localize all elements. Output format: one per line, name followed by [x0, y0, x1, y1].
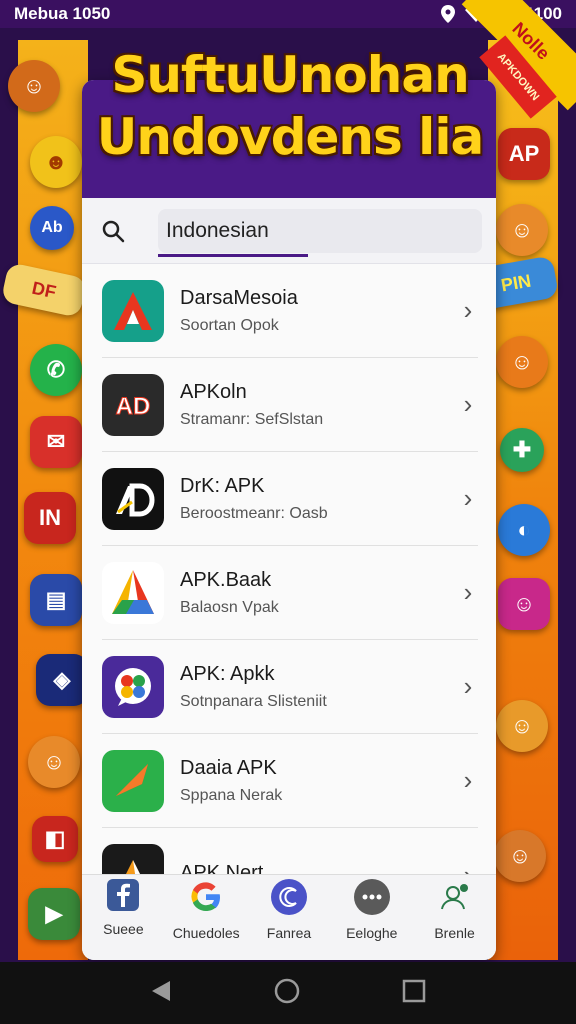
app-subtitle: Sppana Nerak	[180, 786, 283, 804]
nav-label: Eeloghe	[346, 925, 398, 941]
play-store-icon: ▶	[28, 888, 80, 940]
facebook-icon	[107, 879, 140, 911]
crescent-icon	[270, 879, 307, 915]
green-arrow-icon	[102, 749, 164, 812]
app-name: DrK: APK	[180, 474, 265, 497]
app-list-card: Indonesian DarsaMesoia Soortan Opok › AD…	[82, 80, 496, 960]
profile-add-icon	[437, 879, 473, 915]
deco-app-blue-round-icon: ◐	[498, 504, 550, 556]
list-item[interactable]: DarsaMesoia Soortan Opok ›	[102, 264, 478, 358]
nav-label: Brenle	[434, 925, 475, 941]
ad-monogram-icon	[102, 467, 164, 530]
left-decorative-banner: ☺ ☻ Ab DF ✆ ✉ IN ▤ ◈ ☺ ◧ ▶	[0, 40, 88, 960]
bottom-navigation: Sueee Chuedoles Fanrea Eeloghe Brenle	[82, 874, 496, 960]
mascot-icon-6: ☺	[494, 830, 546, 882]
face-app-icon: ☺	[498, 578, 550, 630]
chevron-right-icon: ›	[463, 295, 473, 325]
search-underline	[158, 254, 308, 257]
promo-headline: SuftuUnohan Undovdens lia	[70, 44, 510, 168]
nav-label: Sueee	[103, 921, 144, 937]
nav-item-chat[interactable]: Eeloghe	[333, 879, 411, 941]
red-a-logo-icon	[102, 279, 164, 342]
triangle-logo-icon	[102, 561, 164, 624]
svg-text:AD: AD	[116, 393, 151, 420]
chevron-right-icon: ›	[463, 577, 473, 607]
app-name: APKoln	[180, 380, 247, 403]
nav-item-crescent[interactable]: Fanrea	[250, 879, 328, 941]
right-decorative-banner: AP ☺ PIN ☺ ✚ ◐ ☺ ☺ ☺	[472, 40, 560, 960]
headline-line-2: Undovdens lia	[96, 108, 484, 166]
nav-item-facebook[interactable]: Sueee	[84, 879, 162, 937]
mascot-icon-2: ☺	[28, 736, 80, 788]
app-list: DarsaMesoia Soortan Opok › AD APKoln Str…	[82, 264, 496, 922]
mascot-icon-3: ☺	[496, 204, 548, 256]
nav-label: Fanrea	[266, 925, 312, 941]
mascot-icon-5: ☺	[496, 700, 548, 752]
list-item[interactable]: APK: Apkk Sotnpanara Slisteniit ›	[102, 640, 478, 734]
location-icon	[441, 5, 456, 23]
google-icon	[188, 879, 224, 915]
mascot-icon: ☺	[8, 60, 60, 112]
app-name: Daaia APK	[180, 756, 277, 779]
chevron-right-icon: ›	[463, 765, 473, 795]
deco-app-green-icon: ✚	[500, 428, 544, 472]
app-name: APK: Apkk	[180, 662, 275, 685]
mascot-icon-4: ☺	[496, 336, 548, 388]
chat-dots-icon	[353, 879, 390, 915]
home-circle-icon	[274, 978, 300, 1003]
list-item[interactable]: DrK: APK Beroostmeanr: Oasb ›	[102, 452, 478, 546]
deco-app-b-icon: Ab	[30, 206, 74, 250]
app-subtitle: Stramanr: SefSlstan	[180, 410, 324, 428]
nav-label: Chuedoles	[172, 925, 240, 941]
home-button[interactable]	[273, 977, 301, 1010]
back-button[interactable]	[150, 979, 172, 1008]
app-subtitle: Beroostmeanr: Oasb	[180, 504, 328, 522]
list-item[interactable]: AD APKoln Stramanr: SefSlstan ›	[102, 358, 478, 452]
gmail-icon: ✉	[30, 416, 82, 468]
app-subtitle: Sotnpanara Slisteniit	[180, 692, 327, 710]
app-name: DarsaMesoia	[180, 286, 298, 309]
search-icon[interactable]	[96, 214, 130, 248]
app-subtitle: Soortan Opok	[180, 316, 279, 334]
apk-tag-icon: DF	[0, 262, 88, 318]
search-bar[interactable]: Indonesian	[82, 198, 496, 264]
nav-item-profile[interactable]: Brenle	[416, 879, 494, 941]
list-item[interactable]: Daaia APK Sppana Nerak ›	[102, 734, 478, 828]
chat-app-icon: ▤	[30, 574, 82, 626]
list-item[interactable]: APK.Baak Balaosn Vpak ›	[102, 546, 478, 640]
system-navigation-bar	[0, 962, 576, 1024]
recents-square-icon	[402, 979, 425, 1002]
chevron-right-icon: ›	[463, 671, 473, 701]
chevron-right-icon: ›	[463, 389, 473, 419]
puzzle-bubble-icon	[102, 655, 164, 718]
app-subtitle: Balaosn Vpak	[180, 598, 279, 616]
deco-app-blue-icon: ◈	[36, 654, 88, 706]
headline-line-1: SuftuUnohan	[111, 46, 469, 104]
chevron-right-icon: ›	[463, 483, 473, 513]
recents-button[interactable]	[402, 979, 426, 1008]
whatsapp-icon: ✆	[30, 344, 82, 396]
deco-app-in-icon: IN	[24, 492, 76, 544]
apk-letters-icon: AD	[102, 373, 164, 436]
search-input[interactable]: Indonesian	[158, 208, 482, 253]
nav-item-google[interactable]: Chuedoles	[167, 879, 245, 941]
status-carrier-text: Mebua 1050	[14, 4, 111, 23]
deco-app-red-icon: ◧	[32, 816, 78, 862]
back-triangle-icon	[152, 980, 171, 1001]
app-name: APK.Baak	[180, 568, 272, 591]
